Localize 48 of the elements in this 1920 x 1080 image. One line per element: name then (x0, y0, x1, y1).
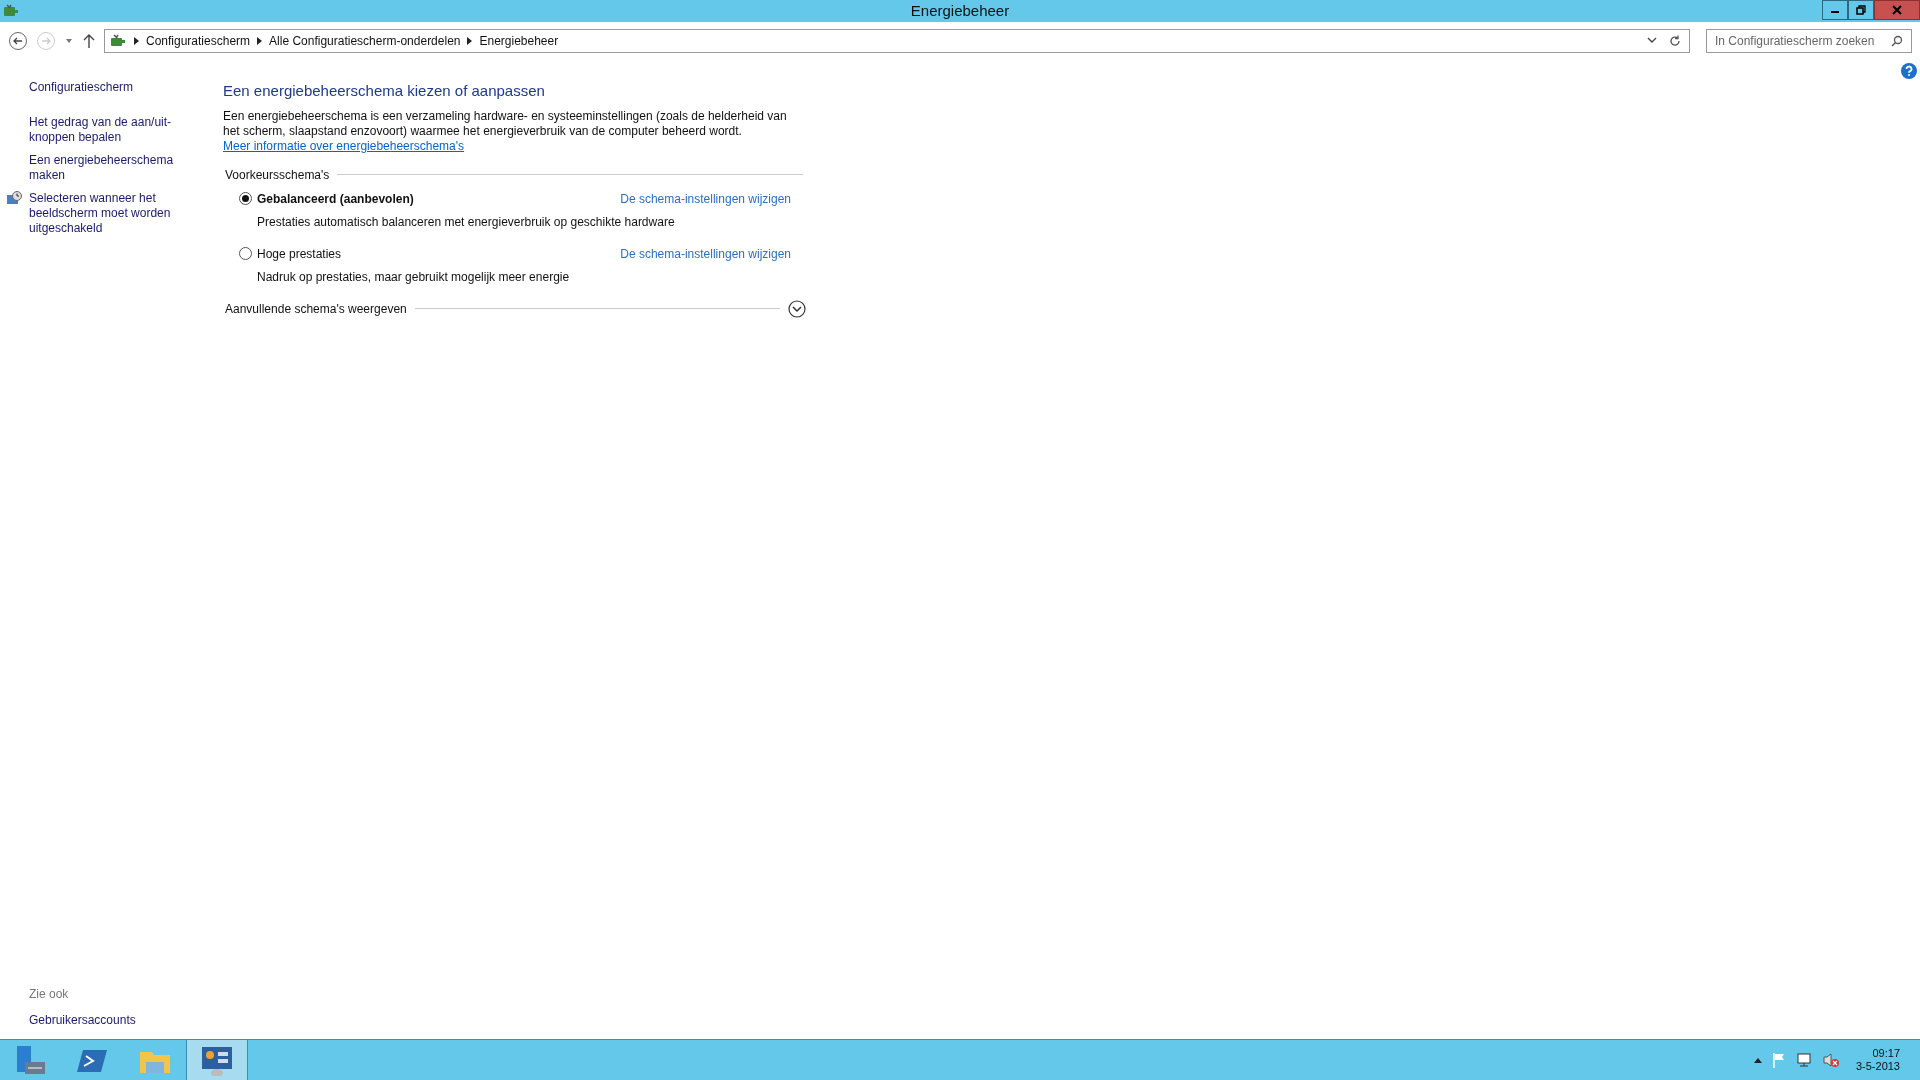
more-plans-label: Aanvullende schema's weergeven (225, 300, 407, 318)
radio-button[interactable] (239, 192, 252, 205)
breadcrumb-item[interactable]: Energiebeheer (479, 32, 559, 50)
refresh-icon[interactable] (1669, 35, 1681, 47)
close-icon (1892, 5, 1902, 15)
search-field[interactable]: In Configuratiescherm zoeken (1706, 29, 1912, 53)
speaker-muted-icon[interactable] (1821, 1052, 1840, 1068)
window-title: Energiebeheer (909, 0, 1011, 21)
search-icon (1891, 35, 1903, 47)
page-heading: Een energiebeheerschema kiezen of aanpassen (223, 81, 546, 101)
sidebar-link[interactable]: Configuratiescherm (29, 80, 205, 95)
back-icon[interactable] (8, 31, 28, 51)
sidebar-link[interactable]: Het gedrag van de aan/uit-knoppen bepalen (29, 115, 205, 145)
clock-time: 09:17 (1872, 1047, 1900, 1060)
info-link[interactable]: Meer informatie over energiebeheerschema's (223, 138, 465, 153)
control-panel-icon (199, 1044, 235, 1076)
plan-description: Nadruk op prestaties, maar gebruikt mogelijk meer energie (256, 268, 571, 286)
sidebar-link[interactable]: Selecteren wanneer het beeldscherm moet worden uitgeschakeld (29, 191, 205, 236)
plan-description: Prestaties automatisch balanceren met energieverbruik op geschikte hardware (256, 213, 676, 231)
sidebar-link[interactable]: Gebruikersaccounts (29, 1011, 205, 1029)
caret-up-icon[interactable] (1753, 1057, 1762, 1063)
chevron-down-circle-icon[interactable] (788, 299, 806, 318)
up-arrow-icon[interactable] (82, 33, 96, 49)
sidebar-link[interactable]: Een energiebeheerschema maken (29, 153, 205, 183)
plan-name: Hoge prestaties (257, 245, 342, 263)
chevron-right-icon (467, 37, 473, 45)
close-button[interactable] (1874, 0, 1920, 20)
address-bar[interactable]: Configuratiescherm Alle Configuratiescherm-onderdelen Energiebeheer (104, 29, 1690, 53)
radio-button[interactable] (239, 247, 252, 260)
intro-text: Een energiebeheerschema is een verzameling hardware- en systeeminstellingen (zoals de helderheid van het scherm, slaapstand enzovoort) waarmee het energieverbruik van de computer beheerd wordt. Meer informatie over energiebeheerschema's (223, 108, 788, 154)
plan-name: Gebalanceerd (aanbevolen) (257, 190, 414, 208)
group-label: Voorkeursschema's (225, 166, 330, 184)
chevron-right-icon (257, 37, 263, 45)
plan-settings-link[interactable]: De schema-instellingen wijzigen (620, 189, 803, 208)
clock[interactable]: 09:17 3-5-2013 (1855, 1047, 1900, 1073)
see-also-heading: Zie ook (29, 986, 70, 1003)
restore-icon (1856, 5, 1866, 15)
restore-button[interactable] (1848, 0, 1874, 20)
monitor-clock-icon (6, 191, 22, 207)
breadcrumb-item[interactable]: Configuratiescherm (146, 32, 251, 50)
taskbar-button[interactable] (186, 1040, 248, 1080)
minimize-button[interactable] (1822, 0, 1848, 20)
help-icon[interactable] (1901, 63, 1917, 79)
chevron-down-icon[interactable] (1647, 37, 1657, 45)
chevron-right-icon (134, 37, 139, 45)
plan-settings-link[interactable]: De schema-instellingen wijzigen (620, 244, 803, 263)
breadcrumb-item[interactable]: Alle Configuratiescherm-onderdelen (269, 32, 461, 50)
clock-date: 3-5-2013 (1855, 1060, 1900, 1073)
